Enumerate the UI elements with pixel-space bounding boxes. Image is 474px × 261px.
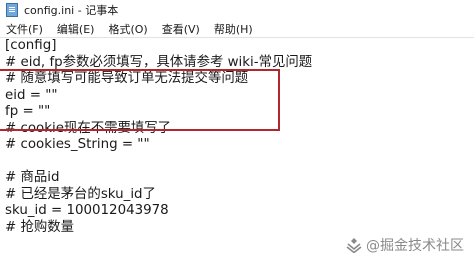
menu-view[interactable]: 查看(V)	[155, 21, 207, 37]
editor-line: [config]	[5, 38, 57, 53]
editor-line: sku_id = 100012043978	[5, 203, 169, 218]
title-bar: config.ini - 记事本	[0, 0, 474, 20]
watermark-text: @掘金技术社区	[366, 238, 464, 254]
menu-bar: 文件(F) 编辑(E) 格式(O) 查看(V) 帮助(H)	[0, 20, 474, 38]
editor-line: # 已经是茅台的sku_id了	[5, 186, 156, 202]
window-title: config.ini - 记事本	[24, 4, 119, 17]
watermark: @掘金技术社区	[346, 235, 464, 255]
editor-line: # 商品id	[5, 170, 60, 185]
notepad-icon	[6, 3, 18, 17]
editor-line: # 抢购数量	[5, 219, 75, 235]
menu-help[interactable]: 帮助(H)	[207, 21, 260, 37]
menu-file[interactable]: 文件(F)	[0, 21, 50, 37]
menu-edit[interactable]: 编辑(E)	[50, 21, 102, 37]
juejin-logo-icon	[346, 237, 362, 254]
highlight-annotation-box	[0, 69, 280, 131]
menu-format[interactable]: 格式(O)	[101, 21, 154, 37]
editor-line: # cookies_String = ""	[5, 137, 150, 152]
